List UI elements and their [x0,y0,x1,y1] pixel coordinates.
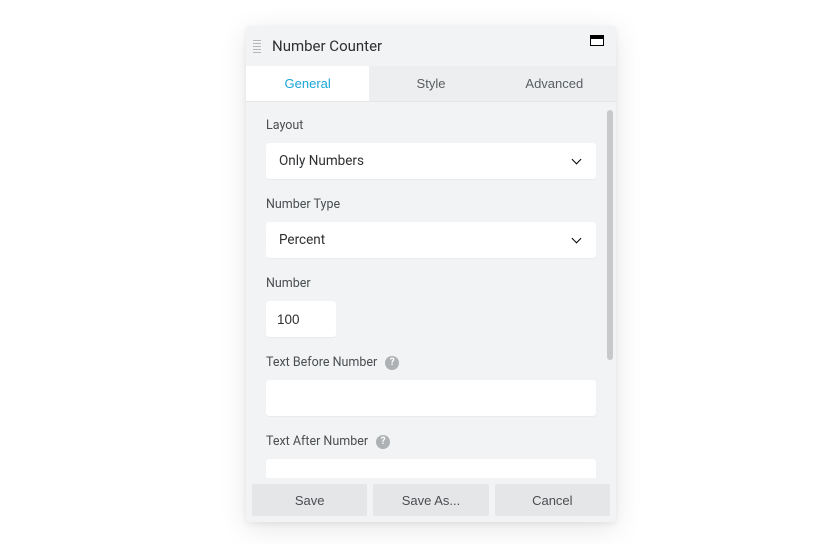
help-icon[interactable]: ? [376,435,390,449]
settings-panel: Number Counter General Style Advanced La… [246,26,616,522]
panel-title: Number Counter [268,37,590,55]
number-type-select[interactable]: Percent [266,222,596,258]
panel-footer: Save Save As... Cancel [246,478,616,522]
chevron-down-icon [573,237,583,243]
panel-content: Layout Only Numbers Number Type Percent … [246,102,616,478]
tab-advanced[interactable]: Advanced [493,66,616,101]
number-type-value: Percent [279,232,325,248]
text-after-label-text: Text After Number [266,434,368,449]
layout-field: Layout Only Numbers [266,118,596,179]
number-input[interactable] [266,301,336,337]
chevron-down-icon [573,158,583,164]
window-icon[interactable] [590,35,604,46]
text-after-field: Text After Number ? [266,434,596,478]
layout-label: Layout [266,118,596,133]
help-icon[interactable]: ? [385,356,399,370]
text-before-field: Text Before Number ? [266,355,596,416]
number-label: Number [266,276,596,291]
save-as-button[interactable]: Save As... [373,484,488,516]
scrollbar[interactable] [607,110,613,360]
tabs: General Style Advanced [246,66,616,102]
drag-handle-icon[interactable] [246,26,268,66]
layout-select[interactable]: Only Numbers [266,143,596,179]
number-type-label: Number Type [266,197,596,212]
cancel-button[interactable]: Cancel [495,484,610,516]
save-button[interactable]: Save [252,484,367,516]
number-type-field: Number Type Percent [266,197,596,258]
text-before-label-text: Text Before Number [266,355,377,370]
text-before-label: Text Before Number ? [266,355,596,370]
text-after-label: Text After Number ? [266,434,596,449]
number-field: Number [266,276,596,337]
text-before-input[interactable] [266,380,596,416]
layout-value: Only Numbers [279,153,364,169]
tab-style[interactable]: Style [369,66,492,101]
tab-general[interactable]: General [246,66,369,101]
text-after-input[interactable] [266,459,596,478]
panel-header: Number Counter [246,26,616,66]
